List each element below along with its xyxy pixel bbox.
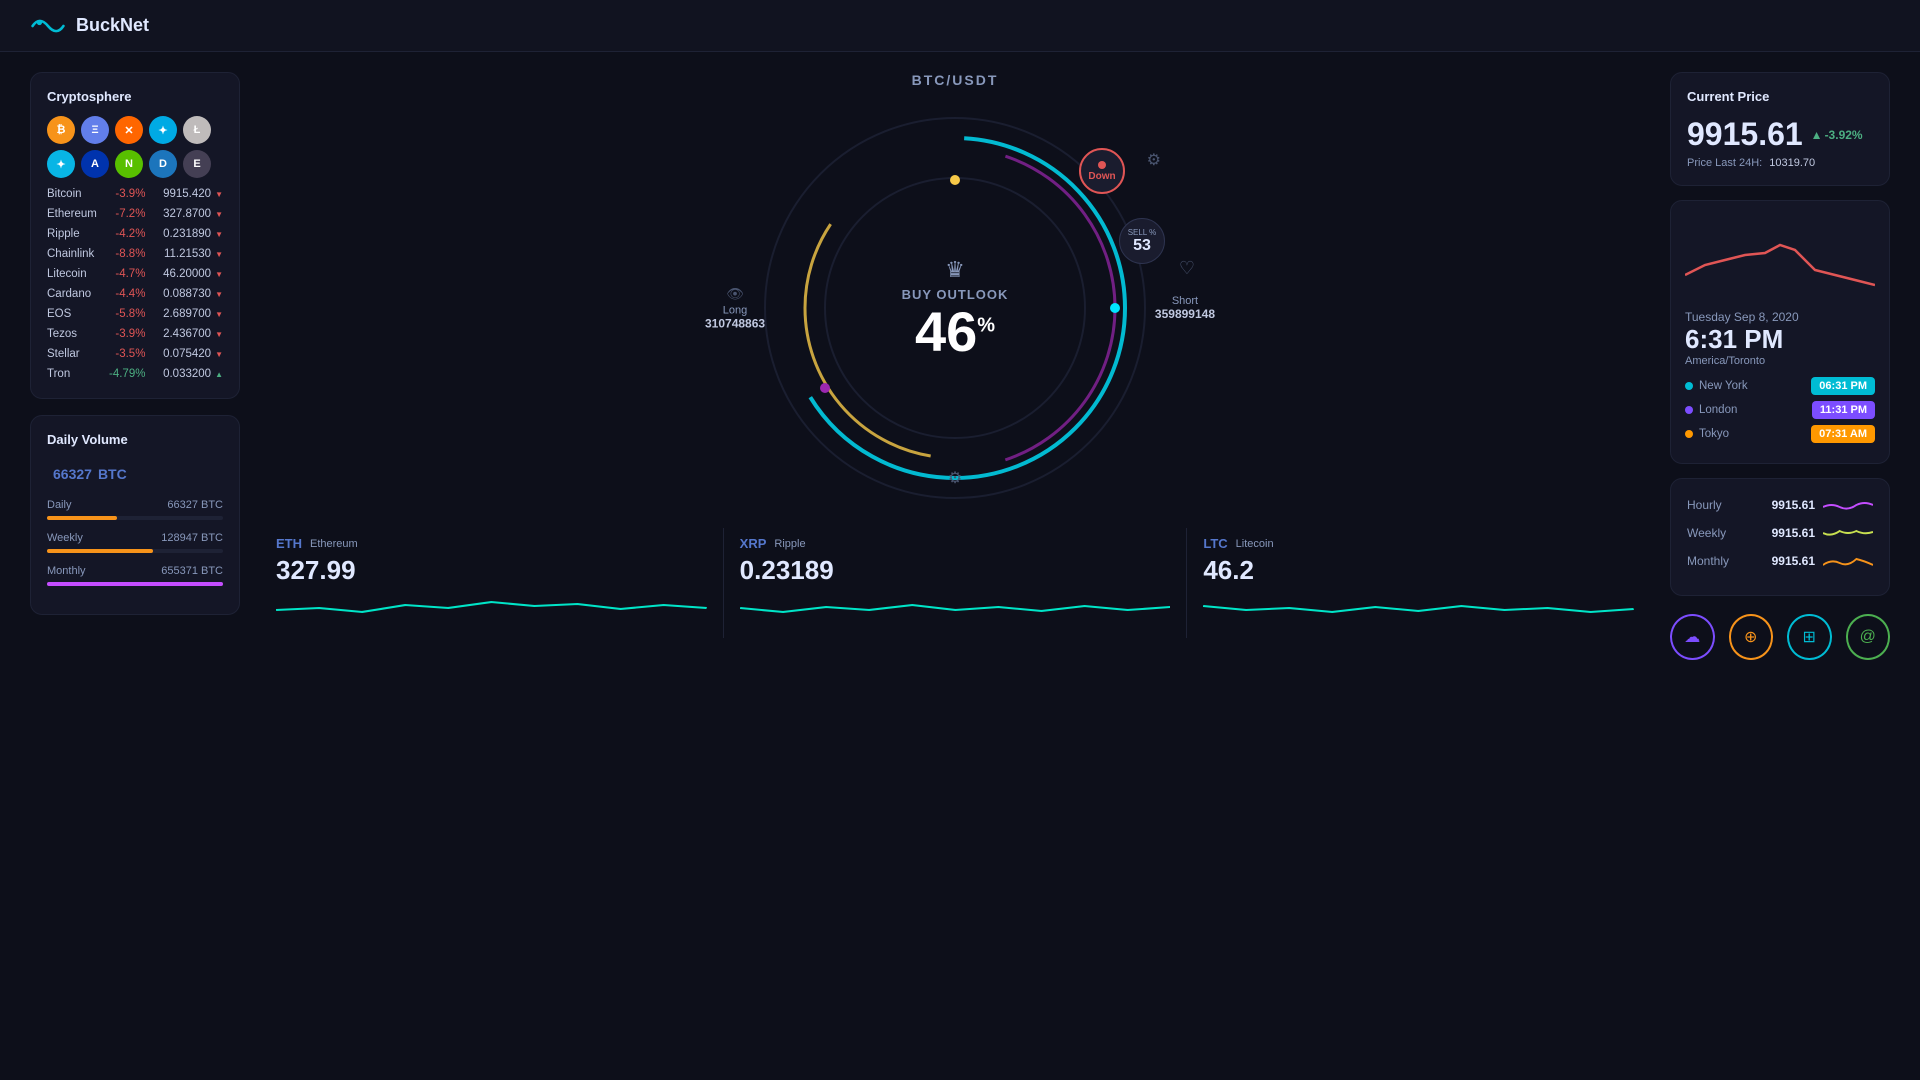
eth-sparkline <box>276 590 707 625</box>
crypto-icon-ltc[interactable]: Ł <box>183 116 211 144</box>
price-hist-row-hourly: Hourly 9915.61 <box>1687 495 1873 515</box>
center-panel: BTC/USDT // Ticks rendered inline via sc… <box>260 72 1650 1060</box>
price-last24: Price Last 24H: 10319.70 <box>1687 157 1873 169</box>
ltc-sparkline <box>1203 590 1634 625</box>
ticker-xrp: XRP Ripple 0.23189 <box>724 528 1188 638</box>
down-dot-indicator <box>1098 161 1106 169</box>
crypto-icon-eth[interactable]: Ξ <box>81 116 109 144</box>
crypto-icon-ada[interactable]: A <box>81 150 109 178</box>
gauge-inner: ♛ BUY OUTLOOK 46% <box>902 257 1009 360</box>
coin-row[interactable]: Tron -4.79% 0.033200 ▲ <box>47 366 223 382</box>
logo-icon <box>30 14 66 38</box>
crypto-icon-xmr[interactable]: ✕ <box>115 116 143 144</box>
price-change-badge: ▲ -3.92% <box>1811 128 1863 142</box>
volume-bars: Daily 66327 BTC Weekly 128947 BTC Monthl… <box>47 499 223 586</box>
down-badge: Down <box>1079 148 1125 194</box>
crown-icon: ♛ <box>945 257 965 283</box>
daily-volume-title: Daily Volume <box>47 432 223 447</box>
ticker-xrp-price: 0.23189 <box>740 555 1171 586</box>
chart-time: 6:31 PM <box>1685 324 1875 355</box>
cryptosphere-title: Cryptosphere <box>47 89 223 104</box>
coin-row[interactable]: EOS -5.8% 2.689700 ▼ <box>47 306 223 322</box>
long-label: 👁 Long 310748863 <box>705 286 765 331</box>
main-layout: Cryptosphere ₿ Ξ ✕ ✦ Ł ✦ A N D E Bitcoin… <box>0 52 1920 1080</box>
mini-chart <box>1685 215 1875 295</box>
price-hist-row-weekly: Weekly 9915.61 <box>1687 523 1873 543</box>
eye-icon: 👁 <box>705 286 765 303</box>
volume-row: Daily 66327 BTC <box>47 499 223 520</box>
cloud-icon-button[interactable]: ☁ <box>1670 614 1715 660</box>
current-price-value: 9915.61 ▲ -3.92% <box>1687 116 1873 153</box>
header: BuckNet <box>0 0 1920 52</box>
crypto-icon-dash[interactable]: D <box>149 150 177 178</box>
satellite-icon-button[interactable]: ⊕ <box>1729 614 1774 660</box>
coin-row[interactable]: Chainlink -8.8% 11.21530 ▼ <box>47 246 223 262</box>
crypto-icon-btc[interactable]: ₿ <box>47 116 75 144</box>
current-price-card: Current Price 9915.61 ▲ -3.92% Price Las… <box>1670 72 1890 186</box>
ticker-eth: ETH Ethereum 327.99 <box>260 528 724 638</box>
ticker-ltc-price: 46.2 <box>1203 555 1634 586</box>
chart-card: Tuesday Sep 8, 2020 6:31 PM America/Toro… <box>1670 200 1890 464</box>
volume-row: Weekly 128947 BTC <box>47 532 223 553</box>
price-history-rows: Hourly 9915.61 Weekly 9915.61 Monthly 99… <box>1687 495 1873 571</box>
crypto-icon-eos[interactable]: E <box>183 150 211 178</box>
pair-title: BTC/USDT <box>912 72 999 88</box>
cryptosphere-card: Cryptosphere ₿ Ξ ✕ ✦ Ł ✦ A N D E Bitcoin… <box>30 72 240 399</box>
crypto-icon-row: ₿ Ξ ✕ ✦ Ł ✦ A N D E <box>47 116 223 178</box>
coin-row[interactable]: Stellar -3.5% 0.075420 ▼ <box>47 346 223 362</box>
bottom-icon-row: ☁ ⊕ ⊞ @ <box>1670 614 1890 660</box>
bottom-tickers: ETH Ethereum 327.99 XRP Ripple 0.23189 <box>260 528 1650 638</box>
crypto-icon-neo[interactable]: N <box>115 150 143 178</box>
sell-badge: SELL % 53 <box>1119 218 1165 264</box>
gauge-bottom-settings-icon[interactable]: ⚙ <box>948 468 962 488</box>
logo-text: BuckNet <box>76 15 149 36</box>
coin-row[interactable]: Bitcoin -3.9% 9915.420 ▼ <box>47 186 223 202</box>
right-panel: Current Price 9915.61 ▲ -3.92% Price Las… <box>1670 72 1890 1060</box>
coin-row[interactable]: Tezos -3.9% 2.436700 ▼ <box>47 326 223 342</box>
crypto-icon-stellar[interactable]: ✦ <box>47 150 75 178</box>
ticker-ltc: LTC Litecoin 46.2 <box>1187 528 1650 638</box>
chart-date: Tuesday Sep 8, 2020 <box>1685 310 1875 324</box>
gauge-percent: 46% <box>915 304 995 360</box>
xrp-sparkline <box>740 590 1171 625</box>
short-heart-icon: ♡ <box>1179 258 1195 279</box>
coin-list: Bitcoin -3.9% 9915.420 ▼ Ethereum -7.2% … <box>47 186 223 382</box>
clock-rows: New York 06:31 PM London 11:31 PM Tokyo … <box>1685 377 1875 443</box>
gauge-settings-icon[interactable]: ⚙ <box>1147 150 1161 170</box>
at-icon-button[interactable]: @ <box>1846 614 1891 660</box>
current-price-title: Current Price <box>1687 89 1873 104</box>
coin-row[interactable]: Litecoin -4.7% 46.20000 ▼ <box>47 266 223 282</box>
short-label: Short 359899148 <box>1155 295 1215 321</box>
coin-row[interactable]: Ethereum -7.2% 327.8700 ▼ <box>47 206 223 222</box>
volume-row: Monthly 655371 BTC <box>47 565 223 586</box>
clock-row-new-york: New York 06:31 PM <box>1685 377 1875 395</box>
clock-row-london: London 11:31 PM <box>1685 401 1875 419</box>
chart-timezone: America/Toronto <box>1685 355 1875 367</box>
coin-row[interactable]: Cardano -4.4% 0.088730 ▼ <box>47 286 223 302</box>
price-hist-row-monthly: Monthly 9915.61 <box>1687 551 1873 571</box>
volume-number: 66327BTC <box>47 459 223 485</box>
gauge-container: // Ticks rendered inline via script belo… <box>745 98 1165 518</box>
daily-volume-card: Daily Volume 66327BTC Daily 66327 BTC We… <box>30 415 240 615</box>
crypto-icon-xrp[interactable]: ✦ <box>149 116 177 144</box>
ticker-eth-price: 327.99 <box>276 555 707 586</box>
coin-row[interactable]: Ripple -4.2% 0.231890 ▼ <box>47 226 223 242</box>
price-history-card: Hourly 9915.61 Weekly 9915.61 Monthly 99… <box>1670 478 1890 596</box>
left-panel: Cryptosphere ₿ Ξ ✕ ✦ Ł ✦ A N D E Bitcoin… <box>30 72 240 1060</box>
clock-row-tokyo: Tokyo 07:31 AM <box>1685 425 1875 443</box>
server-icon-button[interactable]: ⊞ <box>1787 614 1832 660</box>
